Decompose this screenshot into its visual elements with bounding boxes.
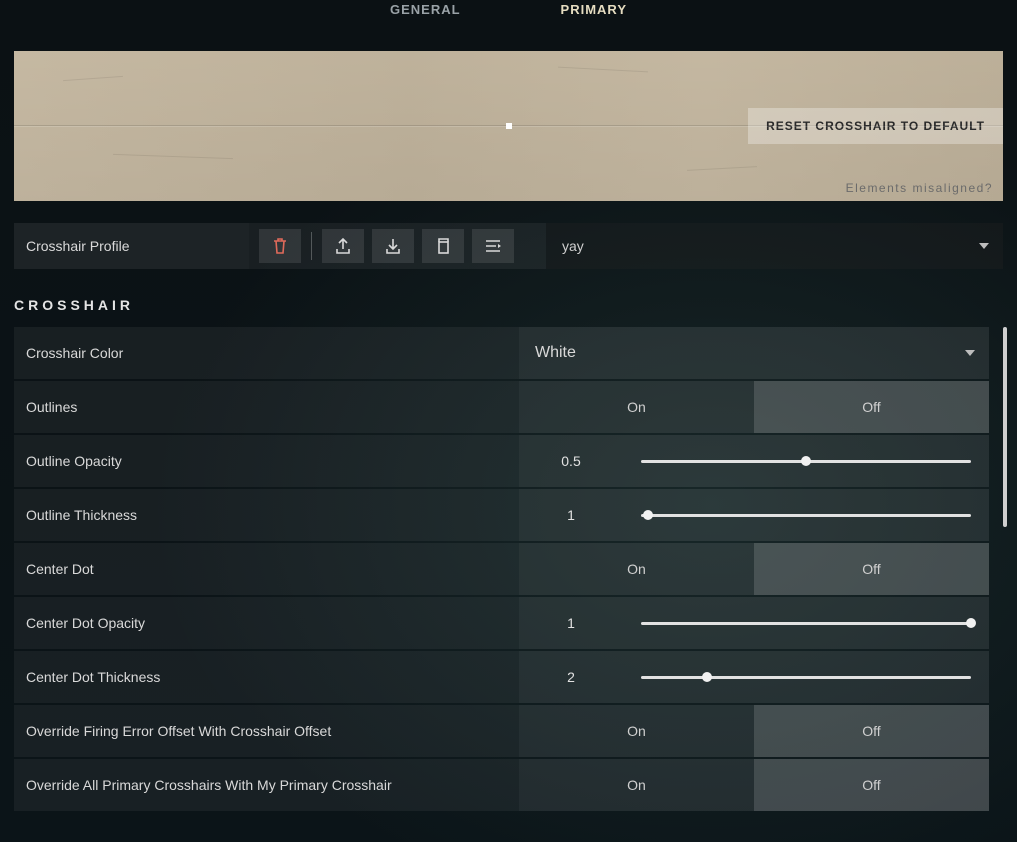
label-override-firing: Override Firing Error Offset With Crossh… — [14, 705, 519, 757]
center-dot-thickness-value[interactable]: 2 — [519, 651, 623, 703]
import-icon — [384, 237, 402, 255]
center-dot-opacity-slider[interactable] — [623, 597, 989, 649]
row-crosshair-color: Crosshair Color White — [14, 327, 989, 379]
label-center-dot-opacity: Center Dot Opacity — [14, 597, 519, 649]
override-all-on[interactable]: On — [519, 759, 754, 811]
override-firing-on[interactable]: On — [519, 705, 754, 757]
profile-select[interactable]: yay — [546, 223, 1003, 269]
crosshair-center-dot — [506, 123, 512, 129]
chevron-down-icon — [965, 350, 975, 356]
center-dot-thickness-slider[interactable] — [623, 651, 989, 703]
row-center-dot: Center Dot On Off — [14, 543, 989, 595]
outline-opacity-slider[interactable] — [623, 435, 989, 487]
scrollbar-thumb[interactable] — [1003, 327, 1007, 527]
export-icon — [334, 237, 352, 255]
trash-icon — [272, 237, 288, 255]
import-profile-button[interactable] — [372, 229, 414, 263]
slider-knob[interactable] — [801, 456, 811, 466]
profile-select-value: yay — [562, 238, 584, 254]
outline-thickness-slider[interactable] — [623, 489, 989, 541]
copy-icon — [435, 237, 451, 255]
crosshair-color-value: White — [535, 344, 576, 362]
label-center-dot-thickness: Center Dot Thickness — [14, 651, 519, 703]
center-dot-off[interactable]: Off — [754, 543, 989, 595]
delete-profile-button[interactable] — [259, 229, 301, 263]
row-outline-thickness: Outline Thickness 1 — [14, 489, 989, 541]
outline-opacity-value[interactable]: 0.5 — [519, 435, 623, 487]
duplicate-profile-button[interactable] — [422, 229, 464, 263]
crosshair-color-select[interactable]: White — [519, 327, 989, 379]
profile-list-button[interactable] — [472, 229, 514, 263]
crosshair-preview: RESET CROSSHAIR TO DEFAULT Elements misa… — [14, 51, 1003, 201]
center-dot-on[interactable]: On — [519, 543, 754, 595]
icon-separator — [311, 232, 312, 260]
label-override-all: Override All Primary Crosshairs With My … — [14, 759, 519, 811]
section-title-crosshair: CROSSHAIR — [14, 297, 1017, 313]
outlines-off[interactable]: Off — [754, 381, 989, 433]
row-override-all: Override All Primary Crosshairs With My … — [14, 759, 989, 811]
outlines-on[interactable]: On — [519, 381, 754, 433]
settings-list: Crosshair Color White Outlines On Off Ou… — [14, 327, 989, 811]
reset-crosshair-button[interactable]: RESET CROSSHAIR TO DEFAULT — [748, 108, 1003, 144]
label-outline-opacity: Outline Opacity — [14, 435, 519, 487]
crosshair-profile-row: Crosshair Profile — [14, 223, 1003, 269]
row-center-dot-thickness: Center Dot Thickness 2 — [14, 651, 989, 703]
label-outlines: Outlines — [14, 381, 519, 433]
label-crosshair-color: Crosshair Color — [14, 327, 519, 379]
tab-primary[interactable]: PRIMARY — [561, 2, 627, 26]
outline-thickness-value[interactable]: 1 — [519, 489, 623, 541]
override-all-off[interactable]: Off — [754, 759, 989, 811]
slider-knob[interactable] — [966, 618, 976, 628]
row-outlines: Outlines On Off — [14, 381, 989, 433]
list-icon — [484, 239, 502, 253]
override-firing-off[interactable]: Off — [754, 705, 989, 757]
center-dot-opacity-value[interactable]: 1 — [519, 597, 623, 649]
row-outline-opacity: Outline Opacity 0.5 — [14, 435, 989, 487]
chevron-down-icon — [979, 243, 989, 249]
crosshair-profile-label: Crosshair Profile — [14, 223, 249, 269]
elements-misaligned-link[interactable]: Elements misaligned? — [846, 181, 993, 195]
row-override-firing: Override Firing Error Offset With Crossh… — [14, 705, 989, 757]
row-center-dot-opacity: Center Dot Opacity 1 — [14, 597, 989, 649]
slider-knob[interactable] — [702, 672, 712, 682]
export-profile-button[interactable] — [322, 229, 364, 263]
tab-general[interactable]: GENERAL — [390, 2, 461, 26]
label-outline-thickness: Outline Thickness — [14, 489, 519, 541]
label-center-dot: Center Dot — [14, 543, 519, 595]
slider-knob[interactable] — [643, 510, 653, 520]
